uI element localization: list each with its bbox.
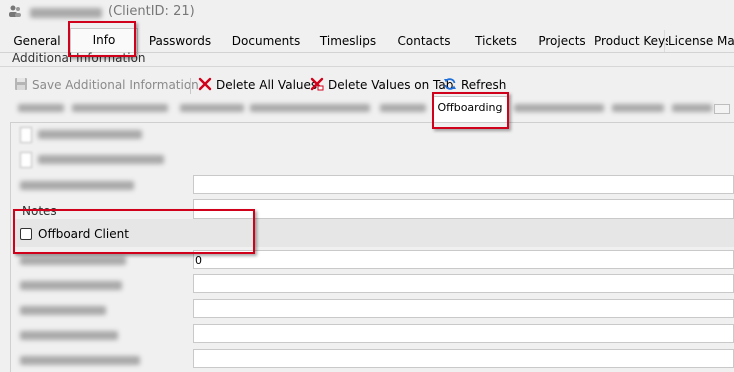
highlight-offboarding-tab [432, 92, 509, 129]
field-value: 0 [195, 254, 202, 267]
sub-tab[interactable] [514, 104, 604, 112]
checkbox[interactable] [20, 152, 32, 168]
highlight-offboard-client [13, 209, 255, 254]
field-label [20, 281, 122, 290]
text-field[interactable] [193, 250, 734, 269]
delete-all-button[interactable]: Delete All Values [198, 76, 317, 94]
refresh-icon [444, 78, 456, 90]
save-label: Save Additional Information [32, 78, 199, 92]
tab-passwords[interactable]: Passwords [138, 30, 223, 52]
field-label [20, 356, 140, 365]
field-label [20, 306, 106, 315]
field-label [20, 181, 134, 190]
text-field[interactable] [193, 299, 734, 318]
text-field[interactable] [193, 349, 734, 368]
delete-tab-label: Delete Values on Tab [328, 78, 454, 92]
red-x-tab-icon [310, 77, 324, 91]
delete-all-label: Delete All Values [216, 78, 318, 92]
highlight-info-tab [68, 21, 136, 57]
tab-documents[interactable]: Documents [222, 30, 311, 52]
tab-license-management[interactable]: License Mana [668, 30, 734, 52]
text-field[interactable] [193, 274, 734, 293]
text-field[interactable] [193, 324, 734, 343]
tab-timeslips[interactable]: Timeslips [310, 30, 387, 52]
client-name [30, 8, 102, 18]
tab-scroll-button[interactable] [714, 104, 730, 114]
refresh-label: Refresh [461, 78, 507, 92]
field-label [20, 331, 118, 340]
notes-field[interactable] [193, 199, 734, 219]
sub-tab[interactable] [612, 104, 664, 112]
tab-tickets[interactable]: Tickets [462, 30, 531, 52]
tab-projects[interactable]: Projects [530, 30, 595, 52]
toolbar-separator [190, 78, 191, 94]
sub-tab[interactable] [72, 104, 168, 112]
sub-tab[interactable] [380, 104, 426, 112]
sub-tab[interactable] [180, 104, 244, 112]
sub-tab[interactable] [18, 104, 64, 112]
checkbox[interactable] [20, 127, 32, 143]
client-id: (ClientID: 21) [108, 4, 195, 19]
text-field[interactable] [193, 175, 734, 194]
sub-tab[interactable] [672, 104, 712, 112]
save-button[interactable]: Save Additional Information [14, 76, 199, 94]
sub-tab[interactable] [250, 104, 370, 112]
people-icon [9, 5, 21, 17]
red-x-icon [198, 77, 212, 91]
tab-contacts[interactable]: Contacts [386, 30, 463, 52]
tab-general[interactable]: General [4, 30, 71, 52]
field-label [20, 256, 126, 265]
field-label [38, 130, 142, 139]
group-divider [0, 66, 734, 67]
save-icon [15, 78, 27, 90]
field-label [38, 155, 164, 164]
tab-product-keys[interactable]: Product Keys [594, 30, 671, 52]
